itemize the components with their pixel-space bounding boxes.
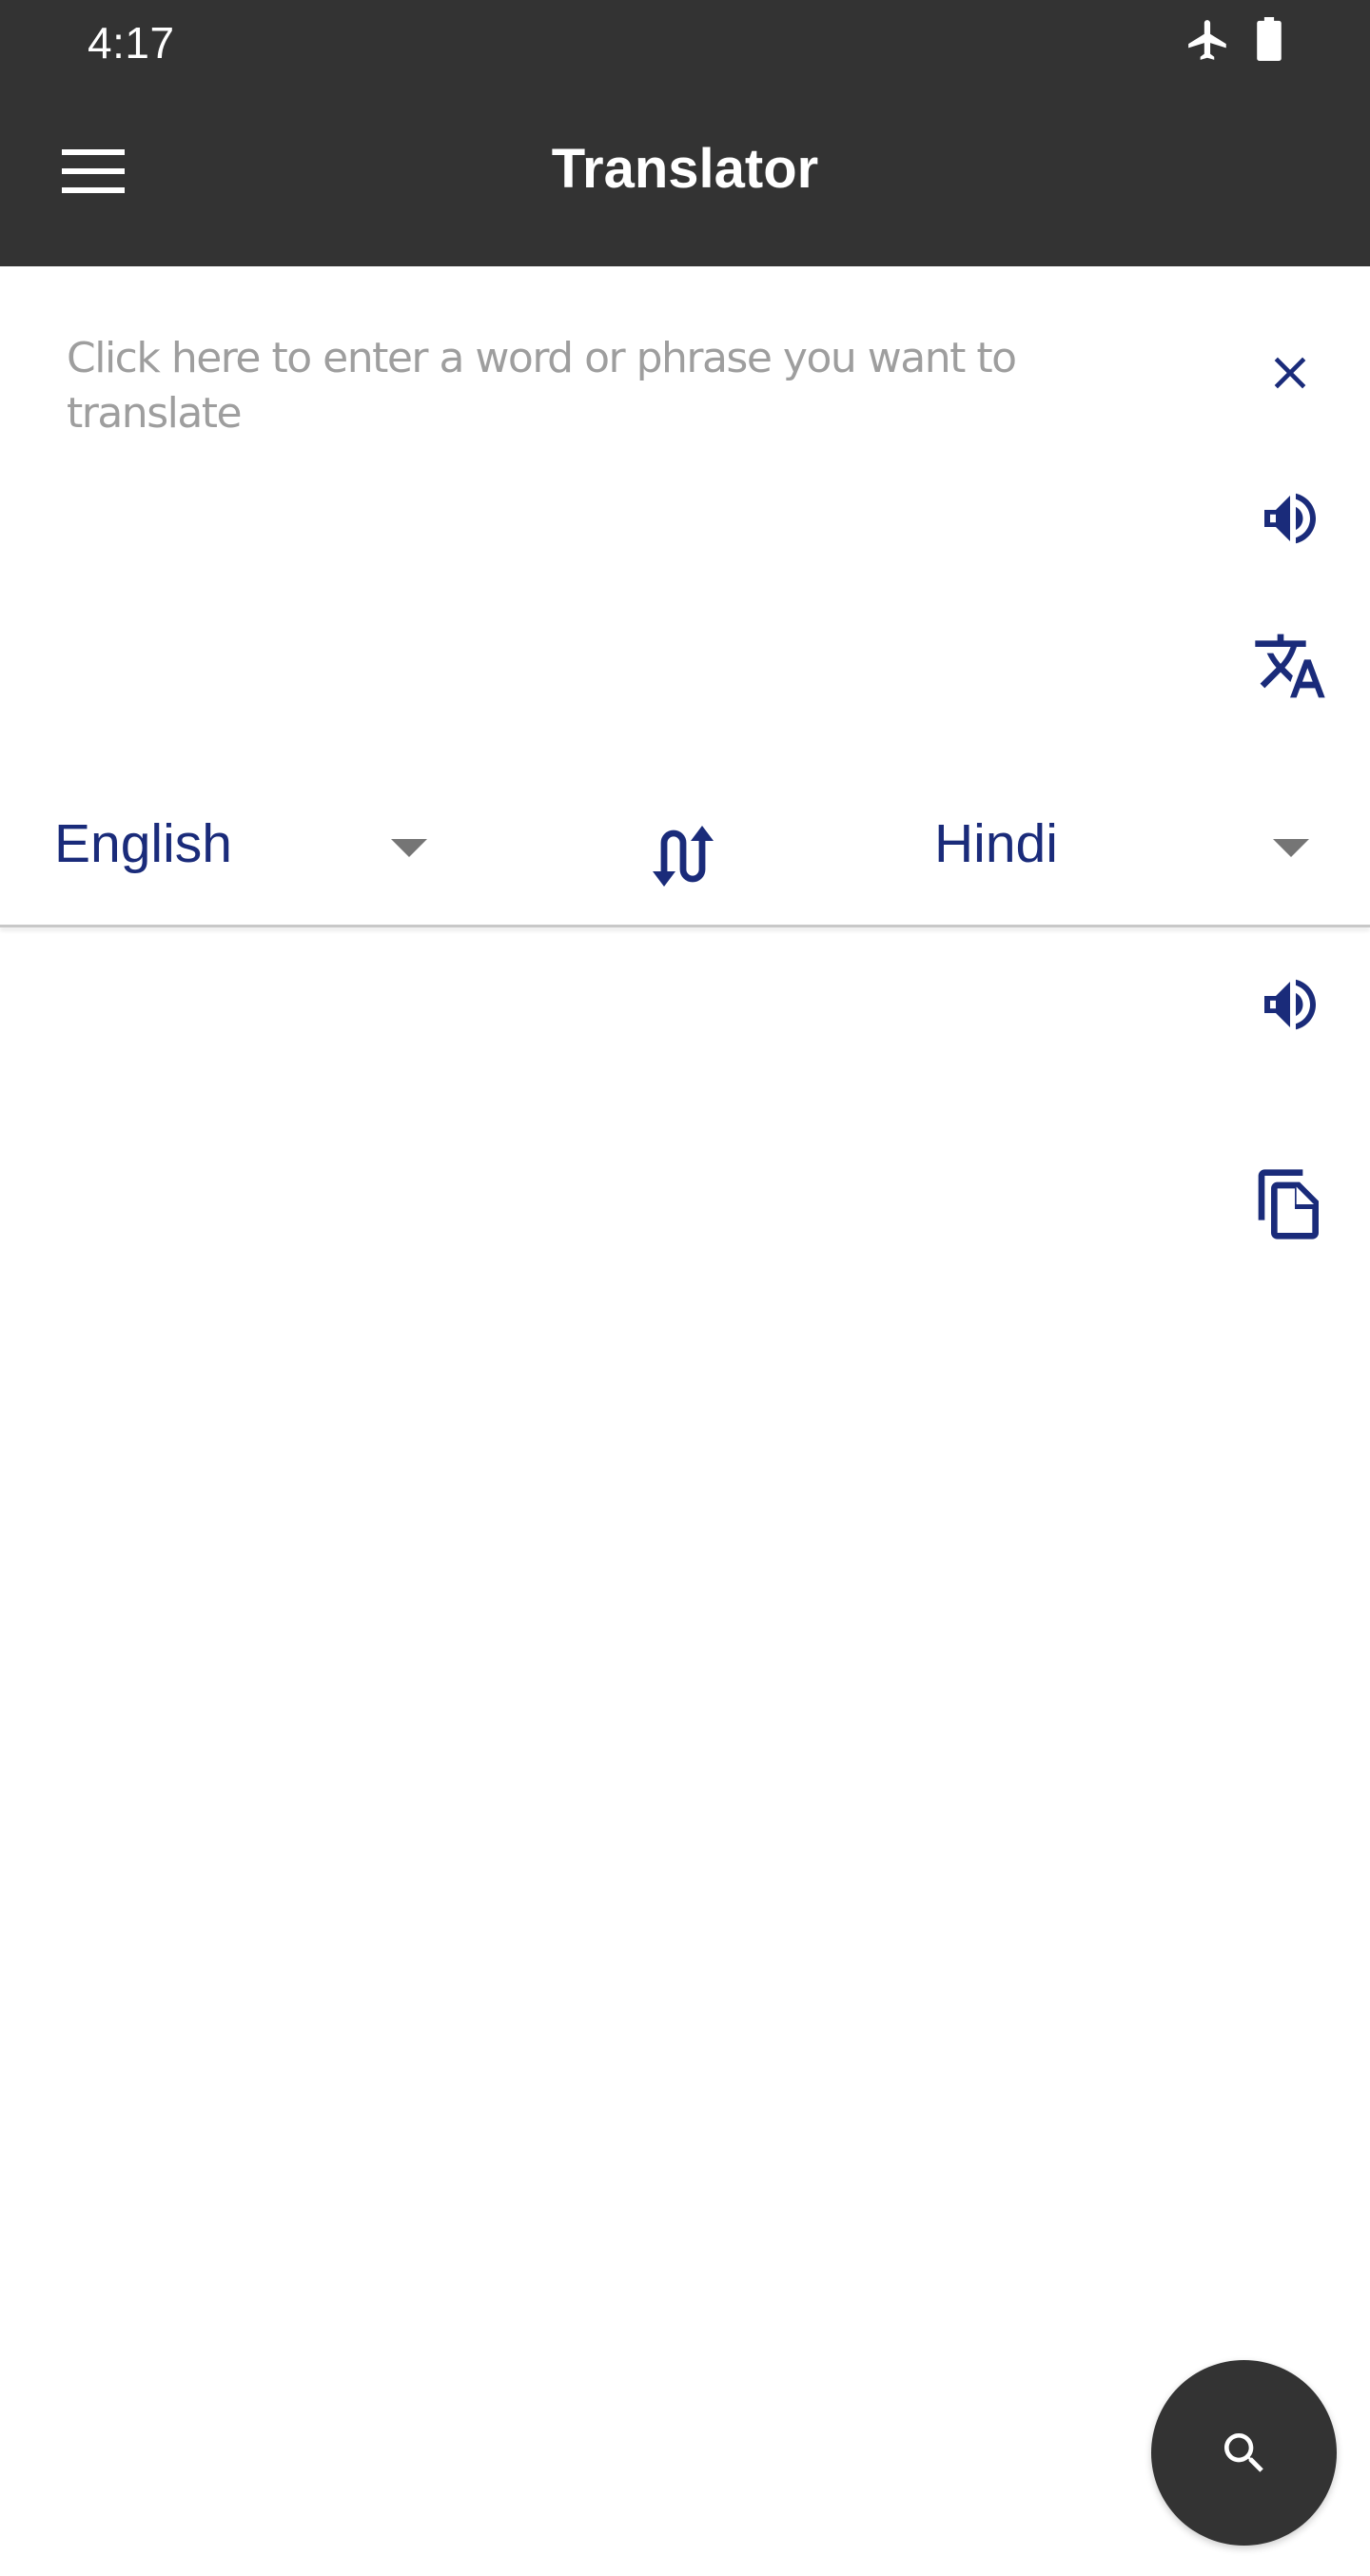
target-language-label: Hindi — [934, 813, 1058, 874]
copy-button[interactable] — [1238, 1152, 1342, 1257]
search-fab[interactable] — [1151, 2360, 1337, 2546]
source-language-label: English — [54, 813, 232, 874]
volume-icon — [1264, 493, 1316, 544]
close-icon — [1274, 357, 1306, 389]
speak-source-button[interactable] — [1238, 466, 1342, 571]
battery-icon — [1257, 17, 1282, 61]
language-bar: English Hindi — [0, 780, 1370, 926]
dropdown-arrow-icon — [1273, 839, 1309, 857]
speak-translation-button[interactable] — [1238, 952, 1342, 1057]
dropdown-arrow-icon — [391, 839, 427, 857]
volume-icon — [1264, 979, 1316, 1030]
translate-button[interactable] — [1238, 614, 1342, 718]
app-bar: 4:17 Translator — [0, 0, 1370, 266]
translate-icon — [1255, 634, 1325, 698]
swap-vertical-icon — [653, 826, 714, 887]
search-icon — [1223, 2432, 1263, 2472]
status-time: 4:17 — [88, 18, 175, 68]
clear-button[interactable] — [1238, 321, 1342, 425]
airplane-mode-icon — [1188, 20, 1226, 60]
target-language-dropdown[interactable]: Hindi — [875, 780, 1370, 913]
copy-icon — [1258, 1169, 1319, 1239]
app-title: Translator — [551, 138, 819, 200]
swap-languages-button[interactable] — [628, 809, 742, 904]
source-language-dropdown[interactable]: English — [0, 780, 457, 913]
output-panel — [0, 927, 1370, 2576]
source-text-input[interactable] — [67, 331, 1075, 731]
